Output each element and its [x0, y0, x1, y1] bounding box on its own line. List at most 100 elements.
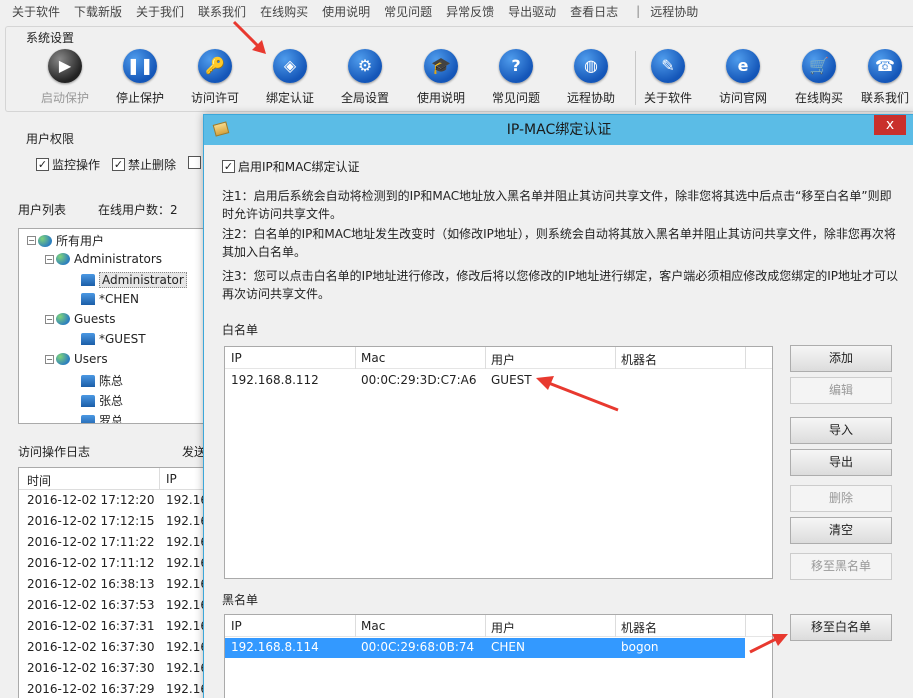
tree-node-administrator[interactable]: Administrator: [81, 272, 187, 288]
menu-faq[interactable]: 常见问题: [384, 3, 440, 20]
tree-node-guest[interactable]: *GUEST: [81, 332, 146, 346]
blacklist-table[interactable]: IP Mac 用户 机器名 192.168.8.114 00:0C:29:68:…: [224, 614, 773, 698]
clear-button[interactable]: 清空: [790, 517, 892, 544]
move-to-whitelist-button[interactable]: 移至白名单: [790, 614, 892, 641]
menu-buy[interactable]: 在线购买: [260, 3, 316, 20]
collapse-icon[interactable]: −: [45, 314, 54, 324]
menu-download[interactable]: 下载新版: [74, 3, 130, 20]
binding-auth-button[interactable]: ◈ 绑定认证: [252, 49, 328, 109]
phone-icon: ☎: [868, 49, 902, 83]
column-machine-name[interactable]: 机器名: [621, 351, 657, 368]
checkbox-check-icon: ✓: [36, 158, 49, 171]
move-to-blacklist-button[interactable]: 移至黑名单: [790, 553, 892, 580]
blacklist-label: 黑名单: [222, 593, 259, 607]
table-row[interactable]: 2016-12-02 16:37:29 192.16: [19, 679, 207, 698]
add-button[interactable]: 添加: [790, 345, 892, 372]
row-user: GUEST: [491, 373, 532, 387]
menu-export-driver[interactable]: 导出驱动: [508, 3, 564, 20]
menu-contact[interactable]: 联系我们: [198, 3, 254, 20]
faq-button[interactable]: ? 常见问题: [478, 49, 554, 109]
table-row[interactable]: 2016-12-02 16:37:30 192.16: [19, 658, 207, 679]
table-row[interactable]: 2016-12-02 16:37:30 192.16: [19, 637, 207, 658]
tree-node-all-users[interactable]: − 所有用户: [27, 232, 104, 249]
partial-checkbox[interactable]: [188, 156, 202, 169]
tree-node-guests[interactable]: − Guests: [45, 312, 116, 326]
tree-node-chen-zong[interactable]: 陈总: [81, 372, 123, 389]
menu-manual[interactable]: 使用说明: [322, 3, 378, 20]
column-ip[interactable]: IP: [231, 351, 242, 365]
tree-node-label: Guests: [74, 312, 116, 326]
global-settings-button[interactable]: ⚙ 全局设置: [327, 49, 403, 109]
global-settings-label: 全局设置: [340, 91, 389, 105]
user-permissions-group: 用户权限 ✓ 监控操作 ✓ 禁止删除: [18, 124, 218, 184]
row-mac: 00:0C:29:68:0B:74: [361, 640, 475, 654]
buy-online-button[interactable]: 🛒 在线购买: [781, 49, 857, 109]
tree-node-label: 所有用户: [56, 234, 105, 248]
collapse-icon[interactable]: −: [45, 354, 54, 364]
row-ip: 192.168.8.114: [231, 640, 319, 654]
globe-icon: ◍: [574, 49, 608, 83]
enable-binding-label: 启用IP和MAC绑定认证: [238, 160, 360, 174]
faq-label: 常见问题: [491, 91, 540, 105]
delete-button[interactable]: 删除: [790, 485, 892, 512]
table-row[interactable]: 2016-12-02 17:11:12 192.16: [19, 553, 207, 574]
close-button[interactable]: x: [874, 115, 906, 135]
menu-feedback[interactable]: 异常反馈: [446, 3, 502, 20]
tree-node-luo-zong[interactable]: 罗总: [81, 412, 123, 423]
access-log-table[interactable]: 时间 IP 2016-12-02 17:12:20 192.16 2016-12-…: [18, 467, 208, 698]
enable-binding-checkbox[interactable]: ✓ 启用IP和MAC绑定认证: [222, 158, 360, 175]
log-column-ip[interactable]: IP: [166, 472, 177, 486]
remote-help-button[interactable]: ◍ 远程协助: [553, 49, 629, 109]
menu-view-log[interactable]: 查看日志: [570, 3, 626, 20]
about-software-label: 关于软件: [643, 91, 692, 105]
table-row[interactable]: 2016-12-02 17:11:22 192.16: [19, 532, 207, 553]
stop-protection-button[interactable]: ❚❚ 停止保护: [102, 49, 178, 109]
log-table-header: 时间 IP: [19, 468, 207, 490]
collapse-icon[interactable]: −: [45, 254, 54, 264]
access-permit-button[interactable]: 🔑 访问许可: [177, 49, 253, 109]
menu-separator: |: [636, 4, 641, 18]
table-row[interactable]: 192.168.8.114 00:0C:29:68:0B:74 CHEN bog…: [225, 638, 745, 658]
table-row[interactable]: 192.168.8.112 00:0C:29:3D:C7:A6 GUEST: [225, 371, 772, 391]
computer-user-icon: [81, 414, 95, 423]
menu-about-software[interactable]: 关于软件: [12, 3, 68, 20]
table-row[interactable]: 2016-12-02 16:37:31 192.16: [19, 616, 207, 637]
table-row[interactable]: 2016-12-02 17:12:15 192.16: [19, 511, 207, 532]
import-button[interactable]: 导入: [790, 417, 892, 444]
annotation-arrow-blacklist: [749, 634, 788, 654]
user-tree[interactable]: − 所有用户 − Administrators Administrator *C…: [18, 228, 208, 424]
tree-node-administrators[interactable]: − Administrators: [45, 252, 162, 266]
menu-about-us[interactable]: 关于我们: [136, 3, 192, 20]
visit-website-button[interactable]: e 访问官网: [705, 49, 781, 109]
dialog-title-bar[interactable]: IP-MAC绑定认证 x: [204, 115, 913, 145]
table-row[interactable]: 2016-12-02 17:12:20 192.16: [19, 490, 207, 511]
column-ip[interactable]: IP: [231, 619, 242, 633]
column-user[interactable]: 用户: [491, 619, 515, 636]
forbid-delete-checkbox[interactable]: ✓ 禁止删除: [112, 156, 176, 173]
annotation-arrow-whitelist: [536, 376, 619, 412]
edit-button[interactable]: 编辑: [790, 377, 892, 404]
contact-us-button[interactable]: ☎ 联系我们: [856, 49, 913, 109]
export-button[interactable]: 导出: [790, 449, 892, 476]
column-mac[interactable]: Mac: [361, 351, 385, 365]
about-software-button[interactable]: ✎ 关于软件: [630, 49, 706, 109]
table-row[interactable]: 2016-12-02 16:38:13 192.16: [19, 574, 207, 595]
column-machine-name[interactable]: 机器名: [621, 619, 657, 636]
collapse-icon[interactable]: −: [27, 236, 36, 245]
key-icon: 🔑: [198, 49, 232, 83]
manual-button[interactable]: 🎓 使用说明: [403, 49, 479, 109]
log-column-time[interactable]: 时间: [27, 472, 51, 489]
column-mac[interactable]: Mac: [361, 619, 385, 633]
group-globe-icon: [56, 253, 70, 265]
document-icon: ✎: [651, 49, 685, 83]
table-row[interactable]: 2016-12-02 16:37:53 192.16: [19, 595, 207, 616]
monitor-operation-checkbox[interactable]: ✓ 监控操作: [36, 156, 100, 173]
whitelist-table[interactable]: IP Mac 用户 机器名 192.168.8.112 00:0C:29:3D:…: [224, 346, 773, 579]
column-user[interactable]: 用户: [491, 351, 515, 368]
menu-remote-help[interactable]: 远程协助: [650, 3, 706, 20]
start-protection-button[interactable]: ▶ 启动保护: [27, 49, 103, 109]
tree-node-chen[interactable]: *CHEN: [81, 292, 139, 306]
user-list-header: 用户列表: [18, 203, 67, 217]
tree-node-users[interactable]: − Users: [45, 352, 108, 366]
tree-node-zhang-zong[interactable]: 张总: [81, 392, 123, 409]
